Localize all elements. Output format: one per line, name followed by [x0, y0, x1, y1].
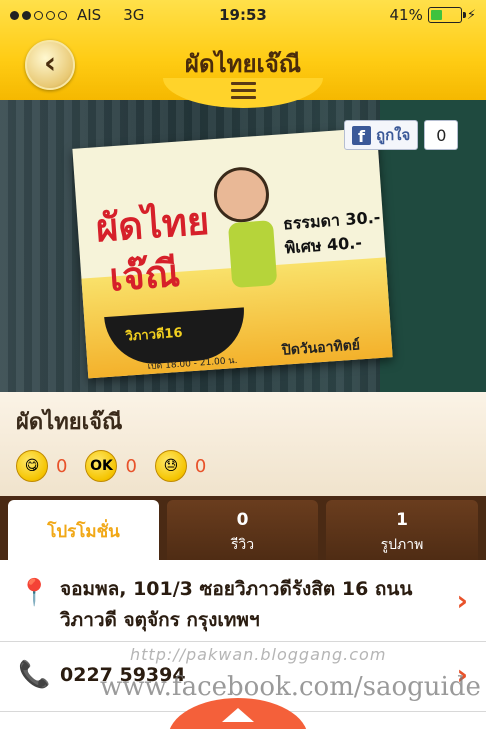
battery-icon	[427, 7, 466, 23]
ok-face-icon: OK	[85, 450, 118, 482]
place-name: ผัดไทยเจ๊ณี	[16, 410, 123, 435]
cartoon-face	[212, 165, 271, 225]
facebook-like: f ถูกใจ 0	[344, 120, 459, 150]
tab-label: โปรโมชั่น	[47, 522, 120, 542]
shop-sign: ผัดไทย เจ๊ณี ธรรมดา 30.- พิเศษ 40.- วิภา…	[72, 127, 393, 379]
tab-promotion[interactable]: โปรโมชั่น	[8, 500, 159, 560]
tab-label: รูปภาพ	[380, 537, 424, 553]
tab-photos[interactable]: 1 รูปภาพ	[326, 500, 478, 560]
reaction-yummy[interactable]: 😋 0	[16, 450, 67, 482]
reaction-count: 0	[56, 455, 68, 477]
sign-location: วิภาวดี16	[125, 325, 184, 345]
tongue-face-icon: 😋	[16, 450, 48, 482]
address-row[interactable]: 📍 จอมพล, 101/3 ซอยวิภาวดีรังสิต 16 ถนน ว…	[0, 560, 486, 642]
address-line1: จอมพล, 101/3 ซอยวิภาวดีรังสิต 16 ถนน	[60, 578, 413, 600]
chevron-right-icon: ›	[456, 584, 468, 617]
sad-face-icon: 😓	[154, 450, 187, 482]
facebook-icon: f	[352, 125, 371, 145]
facebook-like-button[interactable]: f ถูกใจ	[344, 120, 419, 150]
tab-count: 1	[396, 510, 408, 530]
tab-bar: โปรโมชั่น 0 รีวิว 1 รูปภาพ	[0, 496, 486, 560]
address-line2: วิภาวดี จตุจักร กรุงเทพฯ	[60, 609, 260, 631]
sign-text-line2: เจ๊ณี	[107, 250, 182, 300]
like-count: 0	[424, 120, 459, 150]
reaction-bar: 😋 0 OK 0 😓 0	[16, 450, 206, 482]
charging-icon: ⚡	[466, 7, 476, 23]
reaction-count: 0	[125, 455, 137, 477]
status-bar: AIS 3G 19:53 41% ⚡	[0, 0, 486, 30]
phone-icon: 📞	[18, 660, 51, 690]
tab-label: รีวิว	[230, 537, 255, 553]
shop-photo: ผัดไทย เจ๊ณี ธรรมดา 30.- พิเศษ 40.- วิภา…	[0, 100, 486, 392]
tab-count: 0	[236, 510, 249, 530]
location-pin-icon: 📍	[18, 578, 51, 608]
watermark-facebook: www.facebook.com/saoguide	[100, 672, 481, 702]
reaction-ok[interactable]: OK 0	[85, 450, 137, 482]
tab-reviews[interactable]: 0 รีวิว	[167, 500, 318, 560]
sign-price-special: พิเศษ 40.-	[284, 232, 363, 258]
hamburger-icon	[231, 82, 256, 103]
like-label: ถูกใจ	[376, 126, 411, 144]
reaction-sad[interactable]: 😓 0	[154, 450, 207, 482]
place-info: ผัดไทยเจ๊ณี 😋 0 OK 0 😓 0	[0, 392, 486, 496]
battery-percent: 41%	[389, 6, 423, 24]
reaction-count: 0	[194, 455, 207, 477]
chevron-up-icon	[222, 708, 254, 722]
watermark-blog: http://pakwan.bloggang.com	[130, 645, 387, 664]
